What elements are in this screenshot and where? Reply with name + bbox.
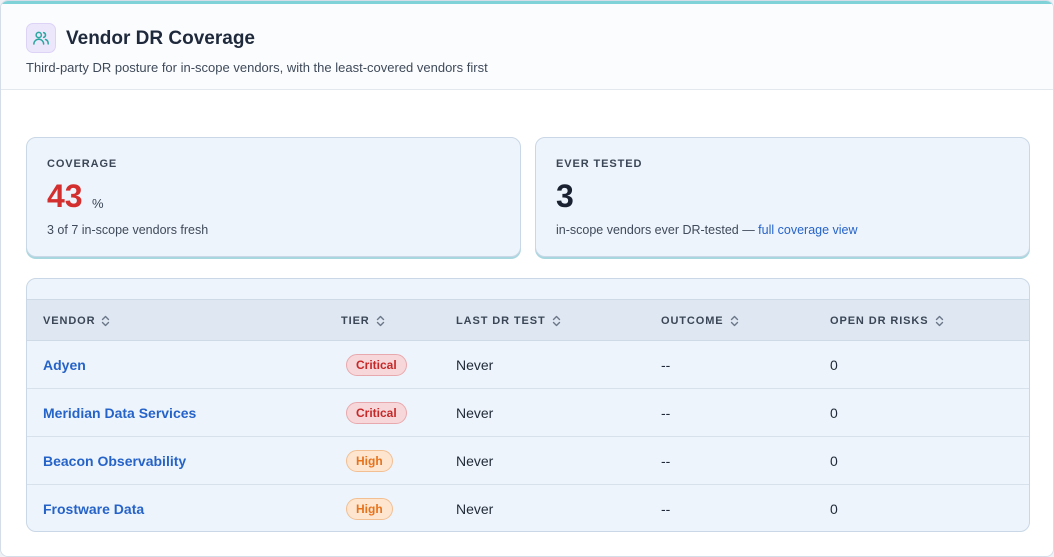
vendor-link[interactable]: Frostware Data: [43, 501, 144, 517]
vendor-cell: Beacon Observability: [43, 437, 186, 485]
open-dr-risks-cell: 0: [830, 501, 838, 517]
open-dr-risks-cell: 0: [830, 357, 838, 373]
outcome-cell: --: [661, 453, 671, 469]
coverage-card: COVERAGE 43 % 3 of 7 in-scope vendors fr…: [26, 137, 521, 257]
page-subtitle: Third-party DR posture for in-scope vend…: [26, 60, 488, 75]
vendor-cell: Adyen: [43, 341, 86, 389]
open-dr-risks-cell: 0: [830, 453, 838, 469]
table-header-row: VENDOR TIER LAST DR TEST OUTCOME OPEN DR…: [27, 299, 1029, 341]
vendor-link[interactable]: Beacon Observability: [43, 453, 186, 469]
ever-tested-note-text: in-scope vendors ever DR-tested —: [556, 223, 759, 237]
table-row: Meridian Data Services Critical Never --…: [27, 389, 1029, 437]
tier-badge: High: [346, 498, 393, 520]
ever-tested-value: 3: [556, 178, 574, 214]
coverage-unit: %: [92, 196, 104, 211]
vendor-dr-coverage-panel: Vendor DR Coverage Third-party DR postur…: [0, 0, 1054, 557]
sort-icon: [552, 315, 561, 327]
sort-icon: [376, 315, 385, 327]
tier-cell: High: [346, 485, 393, 531]
outcome-cell: --: [661, 357, 671, 373]
vendor-link[interactable]: Adyen: [43, 357, 86, 373]
tier-cell: Critical: [346, 341, 407, 389]
column-header-open-dr-risks[interactable]: OPEN DR RISKS: [830, 300, 944, 342]
last-dr-test-cell: Never: [456, 453, 494, 469]
ever-tested-note: in-scope vendors ever DR-tested — full c…: [556, 223, 858, 237]
coverage-label: COVERAGE: [47, 158, 118, 170]
ever-tested-card: EVER TESTED 3 in-scope vendors ever DR-t…: [535, 137, 1030, 257]
vendor-table: VENDOR TIER LAST DR TEST OUTCOME OPEN DR…: [26, 278, 1030, 532]
last-dr-test-cell: Never: [456, 357, 494, 373]
column-header-label: LAST DR TEST: [456, 315, 546, 327]
panel-header: Vendor DR Coverage Third-party DR postur…: [1, 4, 1053, 90]
last-dr-test-cell: Never: [456, 501, 494, 517]
column-header-outcome[interactable]: OUTCOME: [661, 300, 739, 342]
column-header-label: OPEN DR RISKS: [830, 315, 929, 327]
column-header-last-dr-test[interactable]: LAST DR TEST: [456, 300, 561, 342]
column-header-vendor[interactable]: VENDOR: [43, 300, 110, 342]
users-icon: [26, 23, 56, 53]
panel-body: COVERAGE 43 % 3 of 7 in-scope vendors fr…: [1, 91, 1053, 556]
tier-badge: Critical: [346, 354, 407, 376]
column-header-label: VENDOR: [43, 315, 96, 327]
page-title: Vendor DR Coverage: [66, 28, 255, 49]
table-row: Beacon Observability High Never -- 0: [27, 437, 1029, 485]
tier-cell: High: [346, 437, 393, 485]
tier-badge: Critical: [346, 402, 407, 424]
table-row: Adyen Critical Never -- 0: [27, 341, 1029, 389]
ever-tested-label: EVER TESTED: [556, 158, 643, 170]
column-header-label: OUTCOME: [661, 315, 724, 327]
open-dr-risks-cell: 0: [830, 405, 838, 421]
column-header-label: TIER: [341, 315, 370, 327]
tier-cell: Critical: [346, 389, 407, 437]
tier-badge: High: [346, 450, 393, 472]
vendor-link[interactable]: Meridian Data Services: [43, 405, 196, 421]
full-coverage-view-link[interactable]: full coverage view: [758, 223, 857, 237]
outcome-cell: --: [661, 501, 671, 517]
coverage-value: 43: [47, 178, 83, 214]
table-row: Frostware Data High Never -- 0: [27, 485, 1029, 531]
last-dr-test-cell: Never: [456, 405, 494, 421]
vendor-cell: Frostware Data: [43, 485, 144, 531]
sort-icon: [101, 315, 110, 327]
coverage-note: 3 of 7 in-scope vendors fresh: [47, 223, 209, 237]
sort-icon: [935, 315, 944, 327]
vendor-cell: Meridian Data Services: [43, 389, 196, 437]
column-header-tier[interactable]: TIER: [341, 300, 385, 342]
sort-icon: [730, 315, 739, 327]
outcome-cell: --: [661, 405, 671, 421]
